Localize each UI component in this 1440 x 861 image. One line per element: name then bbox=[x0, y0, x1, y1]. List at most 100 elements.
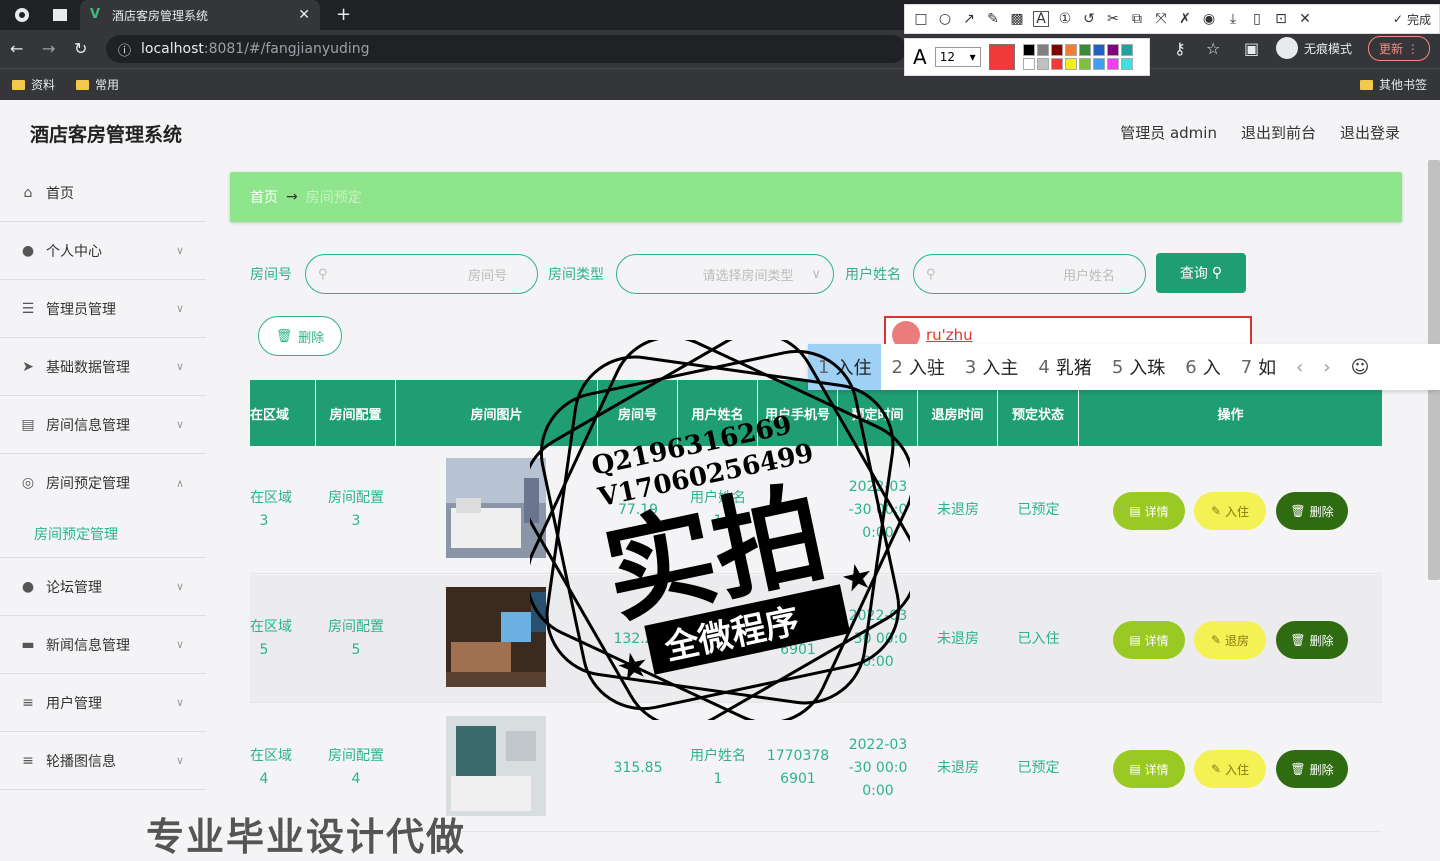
color-swatch[interactable] bbox=[1022, 58, 1035, 70]
color-swatch[interactable] bbox=[1120, 44, 1133, 56]
color-palette[interactable] bbox=[1022, 44, 1133, 70]
color-swatch[interactable] bbox=[1092, 58, 1105, 70]
breadcrumb-home[interactable]: 首页 bbox=[250, 187, 278, 207]
edit-icon: ✎ bbox=[1210, 633, 1222, 647]
arrow-icon[interactable]: ↗ bbox=[961, 11, 977, 27]
color-swatch[interactable] bbox=[1106, 58, 1119, 70]
room-photo[interactable] bbox=[446, 458, 546, 558]
breadcrumb-arrow: → bbox=[286, 189, 298, 205]
download-icon[interactable]: ⤓ bbox=[1225, 11, 1241, 27]
expand-icon[interactable]: ⤧ bbox=[1153, 11, 1169, 27]
new-tab-icon[interactable]: + bbox=[336, 4, 351, 25]
color-swatch[interactable] bbox=[1050, 44, 1063, 56]
sidebar-item-home[interactable]: ⌂ 首页 bbox=[0, 164, 206, 222]
bookmark-icon[interactable]: ⊡ bbox=[1273, 11, 1289, 27]
color-swatch[interactable] bbox=[1036, 44, 1049, 56]
room-type-select[interactable]: 请选择房间类型 ∨ bbox=[616, 254, 834, 294]
color-swatch[interactable] bbox=[1022, 44, 1035, 56]
sidebar-item-profile[interactable]: ● 个人中心 ∨ bbox=[0, 222, 206, 280]
query-button[interactable]: 查询 ⚲ bbox=[1156, 253, 1246, 293]
color-swatch[interactable] bbox=[1092, 44, 1105, 56]
close-icon[interactable]: ✕ bbox=[1297, 11, 1313, 27]
active-color-swatch[interactable] bbox=[988, 44, 1015, 70]
ime-candidate[interactable]: 4 乳猪 bbox=[1028, 344, 1101, 390]
cut-icon[interactable]: ✂ bbox=[1105, 11, 1121, 27]
color-swatch[interactable] bbox=[1106, 44, 1119, 56]
copy-icon[interactable]: ⧉ bbox=[1129, 11, 1145, 27]
ime-candidate[interactable]: 2 入驻 bbox=[881, 344, 954, 390]
admin-user-label[interactable]: 管理员 admin bbox=[1120, 122, 1217, 143]
text-icon[interactable]: A bbox=[1033, 11, 1049, 27]
star-icon[interactable]: ☆ bbox=[1206, 39, 1220, 58]
delete-button[interactable]: 🗑 删除 bbox=[1276, 750, 1348, 788]
cell-area: 所在区域 5 bbox=[250, 619, 292, 658]
sidebar-item-base-data[interactable]: ➤ 基础数据管理 ∨ bbox=[0, 338, 206, 396]
rectangle-icon[interactable]: □ bbox=[913, 11, 929, 27]
checkout-button[interactable]: ✎ 退房 bbox=[1194, 621, 1266, 659]
bookmark-folder-2[interactable]: 常用 bbox=[76, 76, 119, 93]
color-swatch[interactable] bbox=[1078, 44, 1091, 56]
forward-icon[interactable]: → bbox=[42, 39, 55, 58]
ime-candidate[interactable]: 6入 bbox=[1175, 344, 1230, 390]
pen-icon[interactable]: ✎ bbox=[985, 11, 1001, 27]
font-size-select[interactable]: 12 ▾ bbox=[934, 47, 981, 67]
color-swatch[interactable] bbox=[1120, 58, 1133, 70]
detail-button[interactable]: ▤ 详情 bbox=[1113, 750, 1185, 788]
room-photo[interactable] bbox=[446, 587, 546, 687]
sidebar-subitem-booking[interactable]: 房间预定管理 bbox=[0, 510, 206, 558]
number-icon[interactable]: ① bbox=[1057, 11, 1073, 27]
logout-link[interactable]: 退出登录 bbox=[1340, 122, 1400, 143]
sidebar-item-booking[interactable]: ◎ 房间预定管理 ∧ bbox=[0, 454, 206, 512]
back-icon[interactable]: ← bbox=[10, 39, 23, 58]
done-button[interactable]: ✓ 完成 bbox=[1393, 11, 1431, 28]
incognito-badge[interactable]: 无痕模式 bbox=[1276, 37, 1352, 59]
browser-tab[interactable]: V 酒店客房管理系统 ✕ bbox=[80, 0, 320, 30]
chevron-left-icon[interactable]: ‹ bbox=[1286, 357, 1313, 378]
user-name-input[interactable]: ⚲ 用户姓名 bbox=[913, 254, 1146, 294]
color-swatch[interactable] bbox=[1064, 44, 1077, 56]
sidebar-item-forum[interactable]: ● 论坛管理 ∨ bbox=[0, 558, 206, 616]
update-button[interactable]: 更新 ⋮ bbox=[1368, 36, 1430, 61]
sidebar-item-news[interactable]: ▬ 新闻信息管理 ∨ bbox=[0, 616, 206, 674]
reload-icon[interactable]: ↻ bbox=[74, 39, 87, 58]
sidebar-item-admins[interactable]: ☰ 管理员管理 ∨ bbox=[0, 280, 206, 338]
ime-candidate[interactable]: 1 入住 bbox=[808, 344, 882, 390]
color-swatch[interactable] bbox=[1064, 58, 1077, 70]
window-icon[interactable] bbox=[52, 7, 68, 23]
sidebar-item-users[interactable]: ≡ 用户管理 ∨ bbox=[0, 674, 206, 732]
info-icon[interactable]: ⓘ bbox=[118, 40, 131, 59]
sidebar-item-carousel[interactable]: ≡ 轮播图信息 ∨ bbox=[0, 732, 206, 790]
ime-candidate[interactable]: 5 入珠 bbox=[1102, 344, 1175, 390]
checkin-button[interactable]: ✎ 入住 bbox=[1194, 492, 1266, 530]
room-photo[interactable] bbox=[446, 716, 546, 816]
emoji-icon[interactable]: ☺ bbox=[1341, 357, 1380, 378]
batch-delete-button[interactable]: 🗑 删除 bbox=[258, 316, 342, 356]
mosaic-icon[interactable]: ▩ bbox=[1009, 11, 1025, 27]
delete-button[interactable]: 🗑 删除 bbox=[1276, 621, 1348, 659]
detail-button[interactable]: ▤ 详情 bbox=[1113, 621, 1185, 659]
ime-candidate[interactable]: 7如 bbox=[1231, 344, 1286, 390]
url-input[interactable]: ⓘ localhost:8081/#/fangjianyuding bbox=[106, 35, 906, 63]
globe-icon[interactable] bbox=[14, 7, 30, 23]
other-bookmarks[interactable]: 其他书签 bbox=[1360, 76, 1427, 93]
room-no-input[interactable]: ⚲ 房间号 bbox=[305, 254, 538, 294]
close-tab-icon[interactable]: ✕ bbox=[298, 7, 310, 23]
phone-icon[interactable]: ▯ bbox=[1249, 11, 1265, 27]
chevron-right-icon[interactable]: › bbox=[1313, 357, 1340, 378]
delete-button[interactable]: 🗑 删除 bbox=[1276, 492, 1348, 530]
color-swatch[interactable] bbox=[1036, 58, 1049, 70]
bookmark-folder-1[interactable]: 资料 bbox=[12, 76, 55, 93]
record-icon[interactable]: ◉ bbox=[1201, 11, 1217, 27]
sidepanel-icon[interactable]: ▣ bbox=[1244, 39, 1259, 58]
color-swatch[interactable] bbox=[1078, 58, 1091, 70]
key-icon[interactable]: ⚷ bbox=[1174, 39, 1186, 58]
checkin-button[interactable]: ✎ 入住 bbox=[1194, 750, 1266, 788]
ellipse-icon[interactable]: ○ bbox=[937, 11, 953, 27]
sidebar-item-rooms[interactable]: ▤ 房间信息管理 ∨ bbox=[0, 396, 206, 454]
detail-button[interactable]: ▤ 详情 bbox=[1113, 492, 1185, 530]
goto-frontend-link[interactable]: 退出到前台 bbox=[1241, 122, 1316, 143]
undo-icon[interactable]: ↺ bbox=[1081, 11, 1097, 27]
color-swatch[interactable] bbox=[1050, 58, 1063, 70]
pin-icon[interactable]: ✗ bbox=[1177, 11, 1193, 27]
ime-candidate[interactable]: 3 入主 bbox=[955, 344, 1028, 390]
